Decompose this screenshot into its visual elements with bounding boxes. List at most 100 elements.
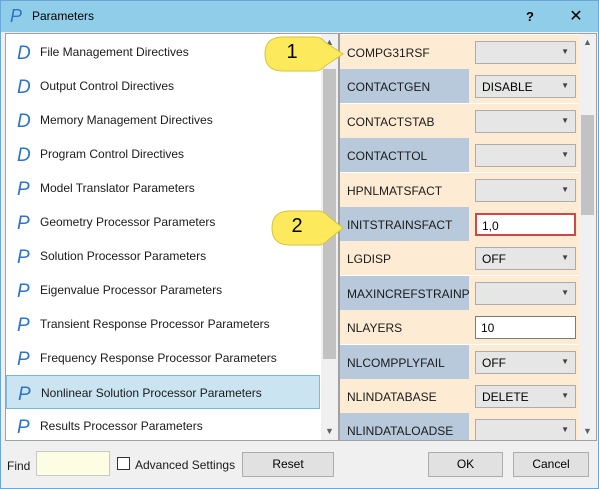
property-name: LGDISP: [347, 252, 392, 267]
bottom-bar: Find Advanced Settings Reset OK Cancel: [1, 443, 598, 488]
text-field-value: 10: [481, 321, 495, 336]
scroll-thumb[interactable]: [581, 115, 594, 215]
property-text-field[interactable]: 10: [475, 316, 576, 340]
property-dropdown[interactable]: ▼: [475, 419, 576, 440]
property-name: NLINDATABASE: [347, 390, 437, 404]
section-item-label: Solution Processor Parameters: [40, 249, 207, 263]
find-input[interactable]: [36, 451, 110, 476]
svg-text:P: P: [17, 281, 30, 300]
parameters-dialog: P Parameters ? ✕ D File Management Direct…: [0, 0, 599, 489]
cancel-button[interactable]: Cancel: [513, 452, 589, 477]
property-row: LGDISP OFF ▼: [340, 241, 579, 276]
scroll-up-arrow-icon[interactable]: ▲: [579, 34, 596, 51]
section-item[interactable]: P Results Processor Parameters: [6, 409, 320, 440]
parameter-p-icon: P: [17, 247, 30, 266]
property-dropdown[interactable]: ▼: [475, 144, 576, 168]
property-name: CONTACTTOL: [347, 149, 428, 164]
property-dropdown[interactable]: OFF ▼: [475, 350, 576, 374]
section-item-label: Frequency Response Processor Parameters: [40, 351, 277, 365]
property-row: NLAYERS 10: [340, 310, 579, 345]
dropdown-value: DISABLE: [482, 80, 533, 95]
property-name: NLAYERS: [347, 321, 403, 336]
parameter-p-icon: P: [17, 281, 30, 300]
svg-text:D: D: [17, 77, 31, 96]
advanced-settings-label[interactable]: Advanced Settings: [135, 458, 235, 472]
app-p-icon: P: [10, 6, 22, 26]
section-item[interactable]: D Memory Management Directives: [6, 103, 320, 137]
dropdown-value: OFF: [482, 252, 506, 267]
chevron-down-icon: ▼: [561, 356, 569, 366]
callout-1-number: 1: [286, 41, 298, 63]
svg-text:D: D: [17, 43, 31, 62]
chevron-down-icon: ▼: [561, 150, 569, 160]
property-grid-scrollbar[interactable]: ▲ ▼: [579, 34, 596, 440]
section-item-label: Results Processor Parameters: [40, 419, 203, 433]
property-row: CONTACTSTAB ▼: [340, 103, 579, 138]
property-name: MAXINCREFSTRAINP: [347, 286, 470, 301]
section-item-label: Output Control Directives: [40, 79, 175, 93]
reset-button[interactable]: Reset: [242, 452, 334, 477]
help-button[interactable]: ?: [515, 1, 545, 32]
section-item-label: Geometry Processor Parameters: [40, 215, 216, 229]
property-row: COMPG31RSF ▼: [340, 35, 579, 69]
property-row: INITSTRAINSFACT 1,0: [340, 207, 579, 241]
section-item[interactable]: P Nonlinear Solution Processor Parameters: [6, 375, 320, 409]
property-dropdown[interactable]: ▼: [475, 109, 576, 133]
svg-text:P: P: [17, 213, 30, 232]
parameter-p-icon: P: [17, 417, 30, 436]
directive-d-icon: D: [17, 111, 31, 130]
property-dropdown[interactable]: ▼: [475, 41, 576, 64]
text-field-value: 1,0: [482, 219, 499, 233]
property-row: HPNLMATSFACT ▼: [340, 172, 579, 207]
chevron-down-icon: ▼: [561, 425, 569, 435]
property-text-field[interactable]: 1,0: [475, 213, 576, 236]
scroll-down-arrow-icon[interactable]: ▼: [579, 423, 596, 440]
section-item-label: File Management Directives: [40, 45, 189, 59]
callout-2-number: 2: [291, 215, 303, 237]
property-name: INITSTRAINSFACT: [347, 218, 453, 232]
ok-button[interactable]: OK: [428, 452, 503, 477]
property-row: NLINDATABASE DELETE ▼: [340, 379, 579, 413]
svg-text:P: P: [17, 179, 30, 198]
section-item-label: Model Translator Parameters: [40, 181, 195, 195]
find-label: Find: [7, 459, 31, 473]
chevron-down-icon: ▼: [561, 253, 569, 263]
property-name: NLINDATALOADSE: [347, 424, 454, 439]
section-item-label: Memory Management Directives: [40, 113, 213, 127]
property-name: COMPG31RSF: [347, 46, 430, 60]
window-title: Parameters: [32, 9, 95, 23]
svg-text:D: D: [17, 145, 31, 164]
dropdown-value: OFF: [482, 355, 506, 370]
chevron-down-icon: ▼: [561, 287, 569, 297]
scroll-down-arrow-icon[interactable]: ▼: [321, 423, 338, 440]
title-bar: P Parameters ? ✕: [1, 1, 598, 32]
property-name: HPNLMATSFACT: [347, 183, 443, 198]
parameter-p-icon: P: [18, 384, 31, 403]
section-item[interactable]: P Eigenvalue Processor Parameters: [6, 273, 320, 307]
property-dropdown[interactable]: DELETE ▼: [475, 385, 576, 408]
section-item[interactable]: D Program Control Directives: [6, 137, 320, 171]
property-dropdown[interactable]: ▼: [475, 281, 576, 305]
property-dropdown[interactable]: ▼: [475, 178, 576, 202]
section-item[interactable]: P Frequency Response Processor Parameters: [6, 341, 320, 375]
svg-text:P: P: [17, 349, 30, 368]
property-row: NLCOMPPLYFAIL OFF ▼: [340, 344, 579, 379]
property-row: NLINDATALOADSE ▼: [340, 413, 579, 440]
dropdown-value: DELETE: [482, 390, 529, 404]
property-grid: COMPG31RSF ▼ CONTACTGEN DISABLE ▼ CONTACTSTAB…: [339, 33, 597, 441]
parameter-p-icon: P: [17, 213, 30, 232]
section-item-label: Transient Response Processor Parameters: [40, 317, 270, 331]
svg-text:P: P: [17, 247, 30, 266]
svg-text:P: P: [17, 315, 30, 334]
property-dropdown[interactable]: OFF ▼: [475, 247, 576, 271]
property-dropdown[interactable]: DISABLE ▼: [475, 75, 576, 99]
close-button[interactable]: ✕: [561, 1, 591, 32]
section-item[interactable]: P Transient Response Processor Parameters: [6, 307, 320, 341]
section-item[interactable]: P Model Translator Parameters: [6, 171, 320, 205]
property-name: NLCOMPPLYFAIL: [347, 355, 445, 370]
svg-text:D: D: [17, 111, 31, 130]
advanced-settings-checkbox[interactable]: [117, 457, 130, 470]
chevron-down-icon: ▼: [561, 47, 569, 56]
parameter-p-icon: P: [17, 315, 30, 334]
section-item[interactable]: D Output Control Directives: [6, 69, 320, 103]
